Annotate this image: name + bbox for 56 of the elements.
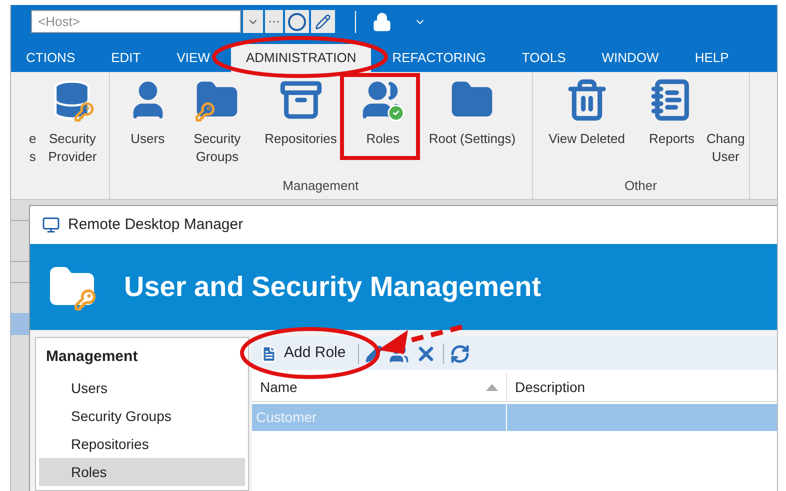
ribbon-button[interactable]: Security Groups: [182, 78, 253, 176]
group-label: Other: [623, 176, 658, 194]
column-header[interactable]: Name: [252, 374, 507, 401]
ribbon-button[interactable]: e s: [29, 78, 36, 199]
ribbon-label: Chang: [706, 130, 745, 148]
ribbon-button[interactable]: Repositories: [252, 78, 349, 176]
menu-tab[interactable]: VIEW: [162, 44, 225, 72]
sidebar-heading: Management: [45, 347, 139, 367]
ribbon-label: Roles: [366, 130, 400, 148]
ribbon-label: Security: [194, 130, 241, 148]
sidebar-item[interactable]: Security Groups: [39, 402, 245, 430]
sort-icon: [486, 384, 498, 391]
ribbon-label: Users: [130, 130, 165, 148]
ribbon-label: s: [29, 148, 36, 166]
menu-tab[interactable]: TOOLS: [506, 44, 581, 72]
edit-icon[interactable]: [364, 344, 383, 362]
ribbon-label: Groups: [196, 148, 238, 166]
ribbon-label: Root (Settings): [428, 130, 516, 148]
ribbon-button[interactable]: View Deleted: [536, 78, 637, 176]
cabinet-icon: [278, 78, 323, 122]
ribbon-label: e: [29, 130, 36, 148]
more-button[interactable]: ···: [265, 10, 283, 33]
ribbon-label: Provider: [48, 148, 97, 166]
header-title: User and Security Management: [124, 270, 542, 304]
ribbon-label: User: [712, 148, 740, 166]
connect-button[interactable]: [285, 10, 309, 33]
column-header[interactable]: Description: [507, 374, 777, 401]
selected-strip: [11, 313, 29, 335]
window-title: Remote Desktop Manager: [68, 214, 244, 235]
ribbon-label: Security: [48, 130, 96, 148]
group-label: Management: [282, 176, 360, 195]
ribbon-label: Repositories: [264, 130, 337, 148]
menu-tab[interactable]: EDIT: [96, 44, 156, 72]
refresh-icon[interactable]: [450, 344, 470, 364]
menu-tab[interactable]: REFACTORING: [377, 44, 501, 72]
ribbon-label: Reports: [648, 130, 694, 148]
ribbon-button[interactable]: Reports: [636, 78, 706, 176]
monitor-icon: [42, 216, 60, 234]
sidebar-item[interactable]: Repositories: [39, 430, 245, 458]
add-role-button[interactable]: Add Role: [260, 340, 352, 368]
menu-tab[interactable]: CTIONS: [11, 44, 90, 72]
ribbon-button[interactable]: Roles: [348, 78, 417, 176]
ribbon-button[interactable]: Security Provider: [36, 78, 109, 199]
ribbon-button[interactable]: Users: [114, 78, 182, 176]
ribbon-label: View Deleted: [548, 130, 625, 148]
document-icon: [260, 344, 278, 364]
table-cell: Customer: [256, 409, 317, 425]
dropdown-button[interactable]: [243, 10, 263, 33]
menu-tab[interactable]: HELP: [680, 44, 744, 72]
ribbon-button[interactable]: Root (Settings): [416, 78, 528, 176]
menu-tab[interactable]: WINDOW: [586, 44, 674, 72]
sidebar-item[interactable]: Users: [39, 374, 245, 402]
ribbon-button[interactable]: Chang User: [706, 78, 745, 176]
menu-tab[interactable]: ADMINISTRATION: [230, 44, 372, 72]
sidebar-item[interactable]: Roles: [39, 458, 245, 486]
pin-button[interactable]: [311, 10, 335, 33]
